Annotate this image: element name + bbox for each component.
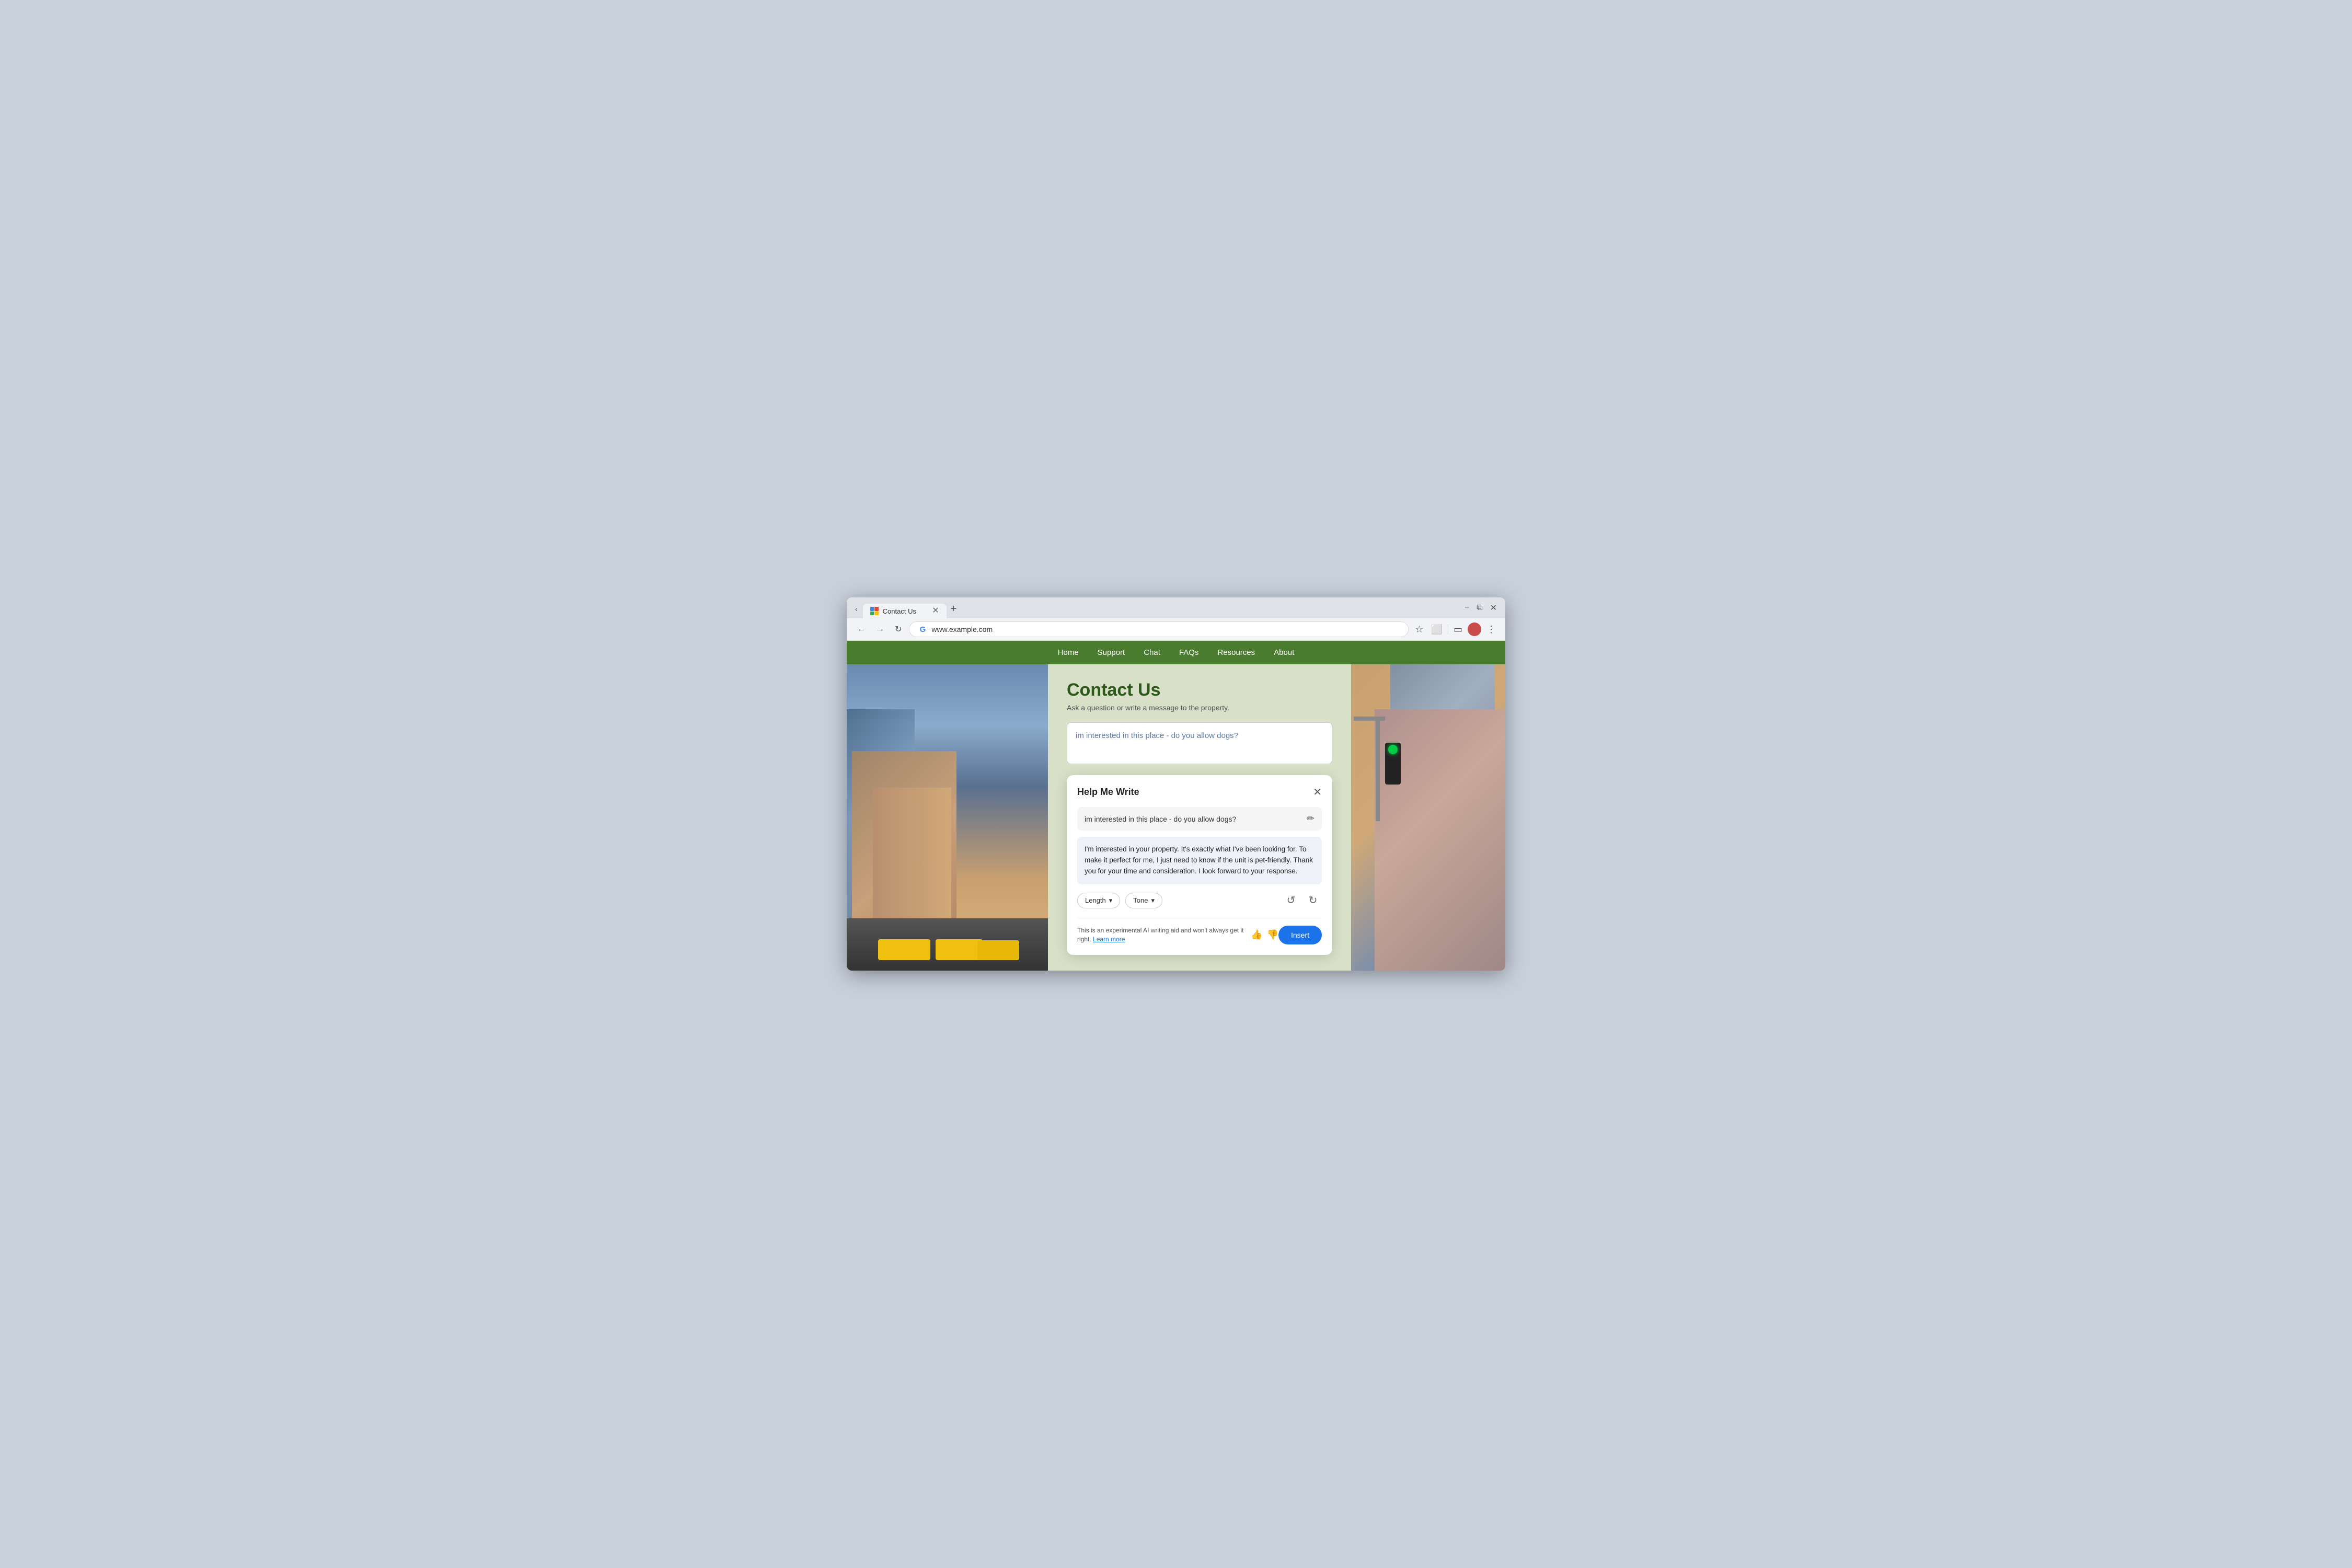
browser-window-controls: ‹ <box>853 604 860 618</box>
length-dropdown-arrow: ▾ <box>1109 896 1113 905</box>
city-image-left <box>847 664 1048 971</box>
popup-feedback-buttons: 👍 👎 <box>1251 929 1278 940</box>
browser-window: ‹ Contact Us ✕ + − ⧉ ✕ <box>847 597 1505 971</box>
main-area: Contact Us Ask a question or write a mes… <box>847 664 1505 971</box>
page-content: Home Support Chat FAQs Resources About <box>847 641 1505 971</box>
traffic-light-green <box>1388 745 1398 754</box>
tab-bar: Contact Us ✕ + <box>863 603 1459 618</box>
more-menu-button[interactable]: ⋮ <box>1484 623 1498 636</box>
toolbar-icons: ☆ ⬜ ▭ ⋮ <box>1413 622 1498 636</box>
tab-label: Contact Us <box>883 607 916 615</box>
active-tab[interactable]: Contact Us ✕ <box>863 604 947 618</box>
popup-generated-text: I'm interested in your property. It's ex… <box>1077 837 1322 884</box>
thumbdown-button[interactable]: 👎 <box>1267 929 1278 940</box>
contact-section: Contact Us Ask a question or write a mes… <box>1048 664 1351 971</box>
popup-edit-button[interactable]: ✏ <box>1307 813 1315 824</box>
nav-resources[interactable]: Resources <box>1217 648 1255 657</box>
bookmark-button[interactable]: ☆ <box>1413 623 1425 636</box>
close-window-button[interactable]: ✕ <box>1488 602 1499 614</box>
refresh-button[interactable]: ↻ <box>892 623 905 636</box>
tone-dropdown-arrow: ▾ <box>1151 896 1155 905</box>
undo-button[interactable]: ↺ <box>1282 892 1300 909</box>
google-logo-icon: G <box>918 625 927 634</box>
browser-titlebar: ‹ Contact Us ✕ + − ⧉ ✕ <box>847 597 1505 618</box>
minimize-button[interactable]: − <box>1462 602 1471 614</box>
city-image-right <box>1351 664 1505 971</box>
nav-chat[interactable]: Chat <box>1144 648 1160 657</box>
redo-button[interactable]: ↻ <box>1304 892 1322 909</box>
avatar[interactable] <box>1468 622 1481 636</box>
address-bar[interactable]: G www.example.com <box>909 621 1409 637</box>
nav-about[interactable]: About <box>1274 648 1294 657</box>
nav-home[interactable]: Home <box>1058 648 1079 657</box>
browser-back-button[interactable]: ‹ <box>853 604 860 614</box>
browser-toolbar: ← → ↻ G www.example.com ☆ ⬜ ▭ ⋮ <box>847 618 1505 641</box>
url-text: www.example.com <box>931 625 993 633</box>
popup-footer: This is an experimental AI writing aid a… <box>1077 918 1322 944</box>
browser-window-right-controls: − ⧉ ✕ <box>1462 602 1499 618</box>
length-dropdown[interactable]: Length ▾ <box>1077 893 1120 908</box>
new-tab-button[interactable]: + <box>947 603 961 618</box>
restore-button[interactable]: ⧉ <box>1474 602 1484 614</box>
nav-faqs[interactable]: FAQs <box>1179 648 1199 657</box>
length-label: Length <box>1085 896 1106 904</box>
tab-close-button[interactable]: ✕ <box>932 607 939 615</box>
extensions-button[interactable]: ⬜ <box>1429 623 1445 636</box>
popup-title: Help Me Write <box>1077 787 1139 798</box>
thumbup-button[interactable]: 👍 <box>1251 929 1262 940</box>
popup-disclaimer: This is an experimental AI writing aid a… <box>1077 926 1248 944</box>
popup-close-button[interactable]: ✕ <box>1313 786 1322 799</box>
insert-button[interactable]: Insert <box>1278 926 1322 944</box>
popup-header: Help Me Write ✕ <box>1077 786 1322 799</box>
learn-more-link[interactable]: Learn more <box>1093 936 1125 943</box>
contact-textarea[interactable] <box>1067 722 1332 764</box>
popup-action-buttons: ↺ ↻ <box>1282 892 1322 909</box>
forward-button[interactable]: → <box>873 624 887 635</box>
tab-favicon <box>870 607 879 615</box>
nav-support[interactable]: Support <box>1098 648 1125 657</box>
tone-label: Tone <box>1133 896 1148 904</box>
popup-input-text: im interested in this place - do you all… <box>1085 815 1307 823</box>
popup-controls: Length ▾ Tone ▾ ↺ ↻ <box>1077 892 1322 909</box>
popup-input-area: im interested in this place - do you all… <box>1077 807 1322 831</box>
tone-dropdown[interactable]: Tone ▾ <box>1125 893 1162 908</box>
back-button[interactable]: ← <box>854 624 869 635</box>
contact-title: Contact Us <box>1067 680 1332 700</box>
contact-subtitle: Ask a question or write a message to the… <box>1067 704 1332 712</box>
sidebar-button[interactable]: ▭ <box>1451 623 1465 636</box>
site-navigation: Home Support Chat FAQs Resources About <box>847 641 1505 664</box>
help-me-write-popup: Help Me Write ✕ im interested in this pl… <box>1067 775 1332 955</box>
